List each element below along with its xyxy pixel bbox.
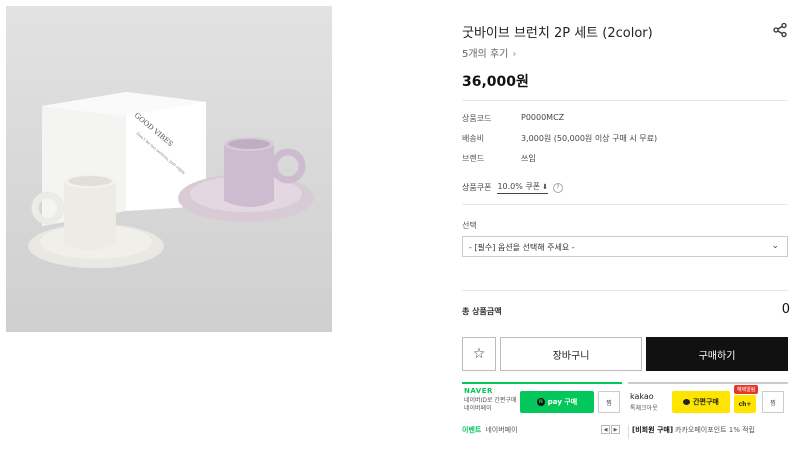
star-icon: ☆ [472, 346, 486, 362]
coupon-label: 상품쿠폰 [462, 183, 492, 192]
detail-value: 쓰임 [521, 154, 536, 163]
review-count: 5개의 후기 [462, 49, 509, 60]
event-text: 네이버페이 [485, 426, 518, 434]
buy-now-button[interactable]: 구매하기 [646, 337, 788, 371]
share-icon[interactable] [772, 22, 788, 38]
option-label: 선택 [462, 221, 477, 230]
total-price-value: 0 [781, 302, 790, 317]
coupon-link-text: 10.0% 쿠폰 [497, 182, 541, 191]
kakao-logo: kakao [630, 392, 654, 401]
naver-pay-box: NAVER 네이버ID로 간편구매 네이버페이 N pay 구매 찜 [462, 382, 622, 418]
event-tag: 이벤트 [462, 426, 482, 434]
pink-cup [224, 144, 274, 207]
naver-desc-line: 네이버페이 [464, 405, 492, 412]
naver-wish-button[interactable]: 찜 [598, 391, 620, 413]
chevron-down-icon: ⌄ [771, 241, 779, 251]
kakao-checkout-label: 톡체크아웃 [630, 405, 658, 412]
download-icon: ⬇ [542, 182, 549, 191]
white-cup [64, 181, 116, 250]
naver-pay-label: pay 구매 [547, 398, 578, 406]
option-placeholder: - [필수] 옵션을 선택해 주세요 - [469, 243, 575, 252]
add-to-cart-button[interactable]: 장바구니 [500, 337, 642, 371]
detail-value: 3,000원 (50,000원 이상 구매 시 무료) [521, 134, 658, 143]
product-photo-illustration: GOOD VIBES Don't be too serious, just en… [6, 6, 332, 332]
product-title: 굿바이브 브런치 2P 세트 (2color) [462, 26, 653, 41]
kakao-pay-box: kakao 톡체크아웃 간편구매 혜택알림 ch+ 찜 [628, 382, 788, 418]
naver-logo: NAVER [464, 387, 493, 395]
kakao-pay-button[interactable]: 간편구매 [672, 391, 730, 413]
product-info-panel: 굿바이브 브런치 2P 세트 (2color) 5개의 후기 › 36,000원 … [462, 0, 792, 452]
chevron-right-icon[interactable]: ▶ [611, 425, 620, 434]
naver-n-icon: N [536, 398, 545, 406]
coupon-row: 상품쿠폰 10.0% 쿠폰 ⬇ ? [462, 181, 564, 194]
wishlist-button[interactable]: ☆ [462, 337, 496, 371]
chevron-right-icon: › [512, 49, 517, 60]
divider [462, 290, 788, 291]
kakao-wish-button[interactable]: 찜 [762, 391, 784, 413]
chevron-left-icon[interactable]: ◀ [601, 425, 610, 434]
divider [462, 100, 788, 101]
guest-purchase-tag: [비회원 구매] [632, 426, 674, 434]
kakao-channel-button[interactable]: ch+ [734, 395, 756, 413]
kakao-pay-label: 간편구매 [693, 398, 719, 406]
naver-event-banner[interactable]: 이벤트 네이버페이 ◀ ▶ [462, 425, 622, 439]
naver-description: 네이버ID로 간편구매 네이버페이 [464, 397, 516, 413]
naver-pay-button[interactable]: N pay 구매 [520, 391, 594, 413]
help-icon[interactable]: ? [553, 182, 564, 193]
detail-label: 브랜드 [462, 154, 485, 163]
detail-value: P0000MCZ [521, 113, 565, 122]
review-link[interactable]: 5개의 후기 › [462, 45, 516, 60]
naver-desc-line: 네이버ID로 간편구매 [464, 397, 517, 404]
detail-label: 배송비 [462, 134, 485, 143]
kakao-point-text: 카카오페이포인트 1% 적립 [675, 426, 756, 434]
divider [462, 204, 788, 205]
product-price: 36,000원 [462, 74, 529, 90]
talk-bubble-icon [683, 399, 691, 405]
benefit-alert-badge: 혜택알림 [734, 385, 759, 394]
option-select[interactable]: - [필수] 옵션을 선택해 주세요 - ⌄ [462, 236, 788, 257]
kakao-event-banner[interactable]: [비회원 구매] 카카오페이포인트 1% 적립 [628, 425, 788, 439]
total-price-label: 총 상품금액 [462, 307, 502, 316]
coupon-download-link[interactable]: 10.0% 쿠폰 ⬇ [497, 181, 549, 194]
product-image[interactable]: GOOD VIBES Don't be too serious, just en… [6, 6, 332, 332]
detail-label: 상품코드 [462, 114, 492, 123]
event-pager: ◀ ▶ [601, 425, 620, 434]
